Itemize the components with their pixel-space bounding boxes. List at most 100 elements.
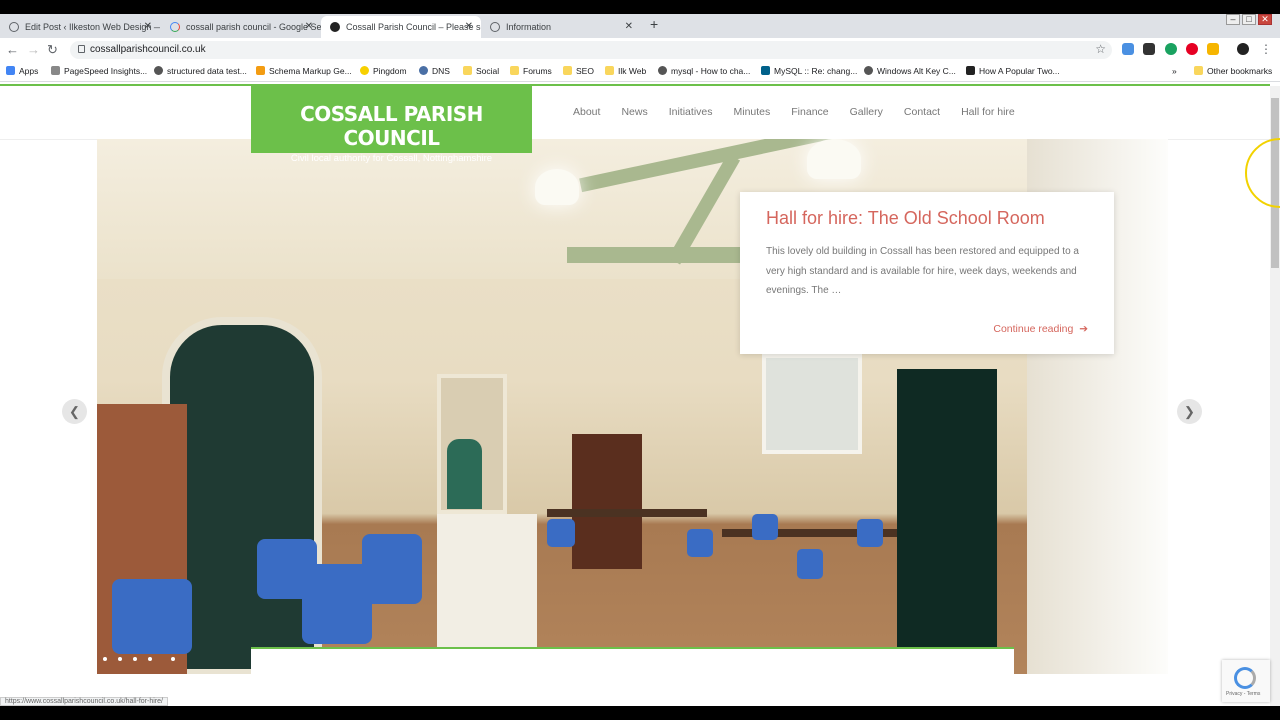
bookmark-pagespeed[interactable]: PageSpeed Insights... — [51, 66, 147, 76]
nav-finance[interactable]: Finance — [791, 106, 828, 118]
close-tab-icon[interactable]: ✕ — [305, 21, 313, 32]
schema-icon — [256, 66, 265, 75]
bookmark-mysql-re[interactable]: MySQL :: Re: chang... — [761, 66, 857, 76]
nav-hall-for-hire[interactable]: Hall for hire — [961, 106, 1015, 118]
recaptcha-icon — [1234, 667, 1256, 689]
slider-dot[interactable] — [148, 657, 152, 661]
nav-gallery[interactable]: Gallery — [850, 106, 883, 118]
top-black-bar — [0, 0, 1280, 14]
site-title[interactable]: COSSALL PARISH COUNCIL — [251, 102, 532, 150]
slider-next-button[interactable]: ❯ — [1177, 399, 1202, 424]
tab-cossall-parish-council[interactable]: Cossall Parish Council – Please se ✕ — [321, 16, 481, 38]
extension-icon[interactable] — [1122, 43, 1134, 55]
globe-icon — [154, 66, 163, 75]
slider-dot[interactable] — [118, 657, 122, 661]
bookmark-ilk-web[interactable]: Ilk Web — [605, 66, 646, 76]
minimize-icon[interactable]: – — [1226, 14, 1240, 25]
wordpress-icon — [9, 22, 19, 32]
folder-icon — [1194, 66, 1203, 75]
browser-tab-strip: Edit Post ‹ Ilkeston Web Design — ✕ coss… — [0, 14, 1280, 38]
blue-chair — [797, 549, 823, 579]
reload-icon[interactable]: ↻ — [47, 42, 58, 58]
pagespeed-icon — [51, 66, 60, 75]
globe-icon — [419, 66, 428, 75]
slide-excerpt: This lovely old building in Cossall has … — [766, 246, 1079, 296]
bookmark-social[interactable]: Social — [463, 66, 499, 76]
folder-icon — [463, 66, 472, 75]
globe-icon — [490, 22, 500, 32]
bookmark-windows-alt[interactable]: Windows Alt Key C... — [864, 66, 956, 76]
maximize-icon[interactable]: □ — [1242, 14, 1256, 25]
arrow-right-icon: ➔ — [1076, 323, 1088, 335]
bookmark-other[interactable]: Other bookmarks — [1194, 66, 1272, 76]
slider-dot[interactable] — [171, 657, 175, 661]
mysql-icon — [761, 66, 770, 75]
bookmark-popular-two[interactable]: How A Popular Two... — [966, 66, 1060, 76]
slider-dot[interactable] — [133, 657, 137, 661]
bottom-black-bar — [0, 706, 1280, 720]
bookmark-seo[interactable]: SEO — [563, 66, 594, 76]
lock-icon — [78, 45, 85, 53]
nav-contact[interactable]: Contact — [904, 106, 940, 118]
browser-menu-icon[interactable]: ⋮ — [1260, 42, 1272, 56]
chevron-left-icon: ❮ — [69, 404, 80, 419]
nav-news[interactable]: News — [621, 106, 647, 118]
bookmark-apps[interactable]: Apps — [6, 66, 38, 76]
site-logo[interactable]: COSSALL PARISH COUNCIL Civil local autho… — [251, 86, 532, 164]
tab-google-search[interactable]: cossall parish council - Google Se ✕ — [161, 16, 321, 38]
extension-icon[interactable] — [1207, 43, 1219, 55]
window-controls: – □ ✕ — [1224, 14, 1272, 25]
ceiling-lamp — [535, 169, 579, 205]
globe-icon — [864, 66, 873, 75]
new-tab-button[interactable]: + — [650, 16, 658, 32]
leaded-window — [762, 354, 862, 454]
back-arrow-icon[interactable]: ← — [6, 42, 19, 57]
bookmark-forums[interactable]: Forums — [510, 66, 552, 76]
blue-chair — [547, 519, 575, 547]
address-bar[interactable]: cossallparishcouncil.co.uk ☆ — [70, 41, 1112, 59]
nav-initiatives[interactable]: Initiatives — [669, 106, 713, 118]
fireplace-surround — [572, 434, 642, 569]
profile-avatar-icon[interactable] — [1237, 43, 1249, 55]
blue-chair — [362, 534, 422, 604]
extension-icon[interactable] — [1143, 43, 1155, 55]
nav-about[interactable]: About — [573, 106, 600, 118]
pinterest-icon[interactable] — [1186, 43, 1198, 55]
green-door — [897, 369, 997, 674]
pingdom-icon — [360, 66, 369, 75]
main-navigation: About News Initiatives Minutes Finance Galler… — [573, 106, 1036, 118]
bookmark-dns[interactable]: DNS — [419, 66, 450, 76]
slider-prev-button[interactable]: ❮ — [62, 399, 87, 424]
close-tab-icon[interactable]: ✕ — [625, 21, 633, 32]
bookmarks-overflow[interactable]: » — [1172, 66, 1177, 76]
browser-toolbar: ← → ↻ cossallparishcouncil.co.uk ☆ — [0, 38, 1280, 62]
tab-edit-post[interactable]: Edit Post ‹ Ilkeston Web Design — ✕ — [0, 16, 160, 38]
folder-icon — [563, 66, 572, 75]
close-window-icon[interactable]: ✕ — [1258, 14, 1272, 25]
bookmark-schema[interactable]: Schema Markup Ge... — [256, 66, 352, 76]
tab-information[interactable]: Information ✕ — [481, 16, 641, 38]
slider-dots — [103, 648, 186, 666]
counter — [437, 514, 537, 654]
fc-icon — [966, 66, 975, 75]
blue-chair — [857, 519, 883, 547]
folder-icon — [605, 66, 614, 75]
bookmarks-bar: Apps PageSpeed Insights... structured da… — [0, 62, 1280, 82]
continue-reading-link[interactable]: Continue reading ➔ — [993, 323, 1088, 335]
close-tab-icon[interactable]: ✕ — [465, 21, 473, 32]
nav-minutes[interactable]: Minutes — [734, 106, 771, 118]
close-tab-icon[interactable]: ✕ — [144, 21, 152, 32]
globe-icon — [658, 66, 667, 75]
slider-dot[interactable] — [103, 657, 107, 661]
slide-heading[interactable]: Hall for hire: The Old School Room — [766, 208, 1045, 229]
recaptcha-badge[interactable]: Privacy - Terms — [1222, 660, 1270, 702]
grammarly-icon[interactable] — [1165, 43, 1177, 55]
bookmark-star-icon[interactable]: ☆ — [1095, 42, 1106, 56]
bookmark-pingdom[interactable]: Pingdom — [360, 66, 407, 76]
bookmark-structured-data[interactable]: structured data test... — [154, 66, 247, 76]
ceiling-lamp — [807, 139, 861, 179]
person-silhouette — [447, 439, 482, 509]
forward-arrow-icon[interactable]: → — [27, 42, 40, 57]
bookmark-mysql-how[interactable]: mysql - How to cha... — [658, 66, 750, 76]
web-page: COSSALL PARISH COUNCIL Civil local autho… — [0, 86, 1270, 706]
